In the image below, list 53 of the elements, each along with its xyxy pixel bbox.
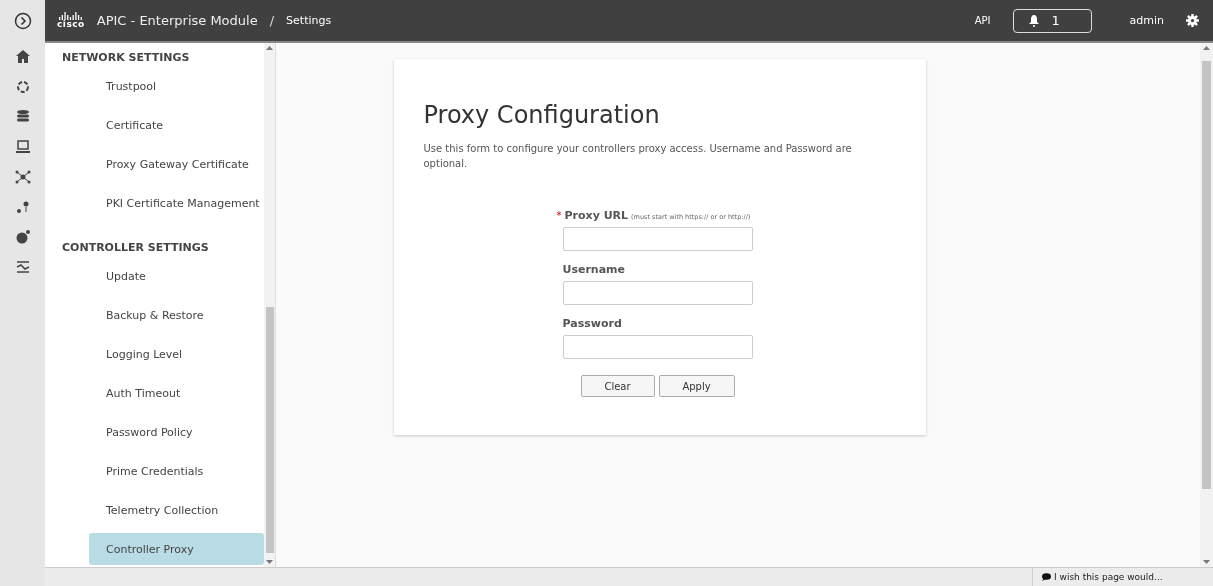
breadcrumb-page: Settings [286,14,332,27]
feedback-text: I wish this page would... [1054,572,1163,582]
input-field[interactable] [562,227,753,251]
input-field[interactable] [562,281,753,305]
ring-icon[interactable] [14,79,31,95]
settings-icon[interactable] [1186,14,1199,27]
home-icon[interactable] [14,49,31,65]
sidebar-item[interactable]: Auth Timeout [89,377,264,409]
network-icon[interactable] [14,169,31,185]
app-title: APIC - Enterprise Module [96,13,258,28]
sidebar-item[interactable]: Certificate [89,109,264,141]
section-title: NETWORK SETTINGS [61,50,191,66]
sidebar-item[interactable]: Proxy Gateway Certificate [89,148,264,180]
user-menu[interactable]: admin [1129,14,1164,27]
api-link[interactable]: API [974,15,991,26]
required-mark: * [556,210,562,221]
scroll-up-icon[interactable] [1203,43,1210,53]
sidebar-item[interactable]: PKI Certificate Management [89,187,264,219]
sidebar-item[interactable]: Telemetry Collection [89,494,264,526]
expand-icon[interactable] [13,12,32,30]
form-title: Proxy Configuration [423,101,661,129]
notifications-button[interactable]: 1 [1012,8,1092,33]
speech-bubble-icon [1041,573,1051,581]
field-label: Password [562,317,622,330]
logo-text: cisco [57,20,85,29]
clear-button[interactable]: Clear [580,375,655,397]
sidebar-item[interactable]: Prime Credentials [89,455,264,487]
sliders-icon[interactable] [14,259,31,275]
page-scrollbar[interactable] [1200,43,1213,567]
globe-icon[interactable] [14,229,31,245]
sidebar-item[interactable]: Update [89,260,264,292]
logo-bars-icon [58,12,83,20]
field-label: Proxy URL [564,209,629,222]
scroll-down-icon[interactable] [1203,557,1210,567]
database-icon[interactable] [14,109,31,125]
field-label: Username [562,263,626,276]
section-title: CONTROLLER SETTINGS [61,240,210,256]
sidebar-item[interactable]: Trustpool [89,70,264,102]
sidebar-scrollbar[interactable] [264,43,275,567]
scroll-up-icon[interactable] [266,43,273,53]
input-field[interactable] [562,335,753,359]
breadcrumb-separator: / [269,13,275,28]
apply-button[interactable]: Apply [658,375,735,397]
sidebar-item[interactable]: Backup & Restore [89,299,264,331]
bell-icon [1027,14,1040,27]
sidebar-item[interactable]: Controller Proxy [89,533,264,565]
location-pins-icon[interactable] [14,199,31,215]
feedback-link[interactable]: I wish this page would... [1032,568,1213,586]
form-description: Use this form to configure your controllers proxy access. Username and Password are optional. [423,142,853,171]
laptop-icon[interactable] [14,139,31,155]
sidebar-item[interactable]: Password Policy [89,416,264,448]
sidebar-item[interactable]: Logging Level [89,338,264,370]
scroll-down-icon[interactable] [266,557,273,567]
